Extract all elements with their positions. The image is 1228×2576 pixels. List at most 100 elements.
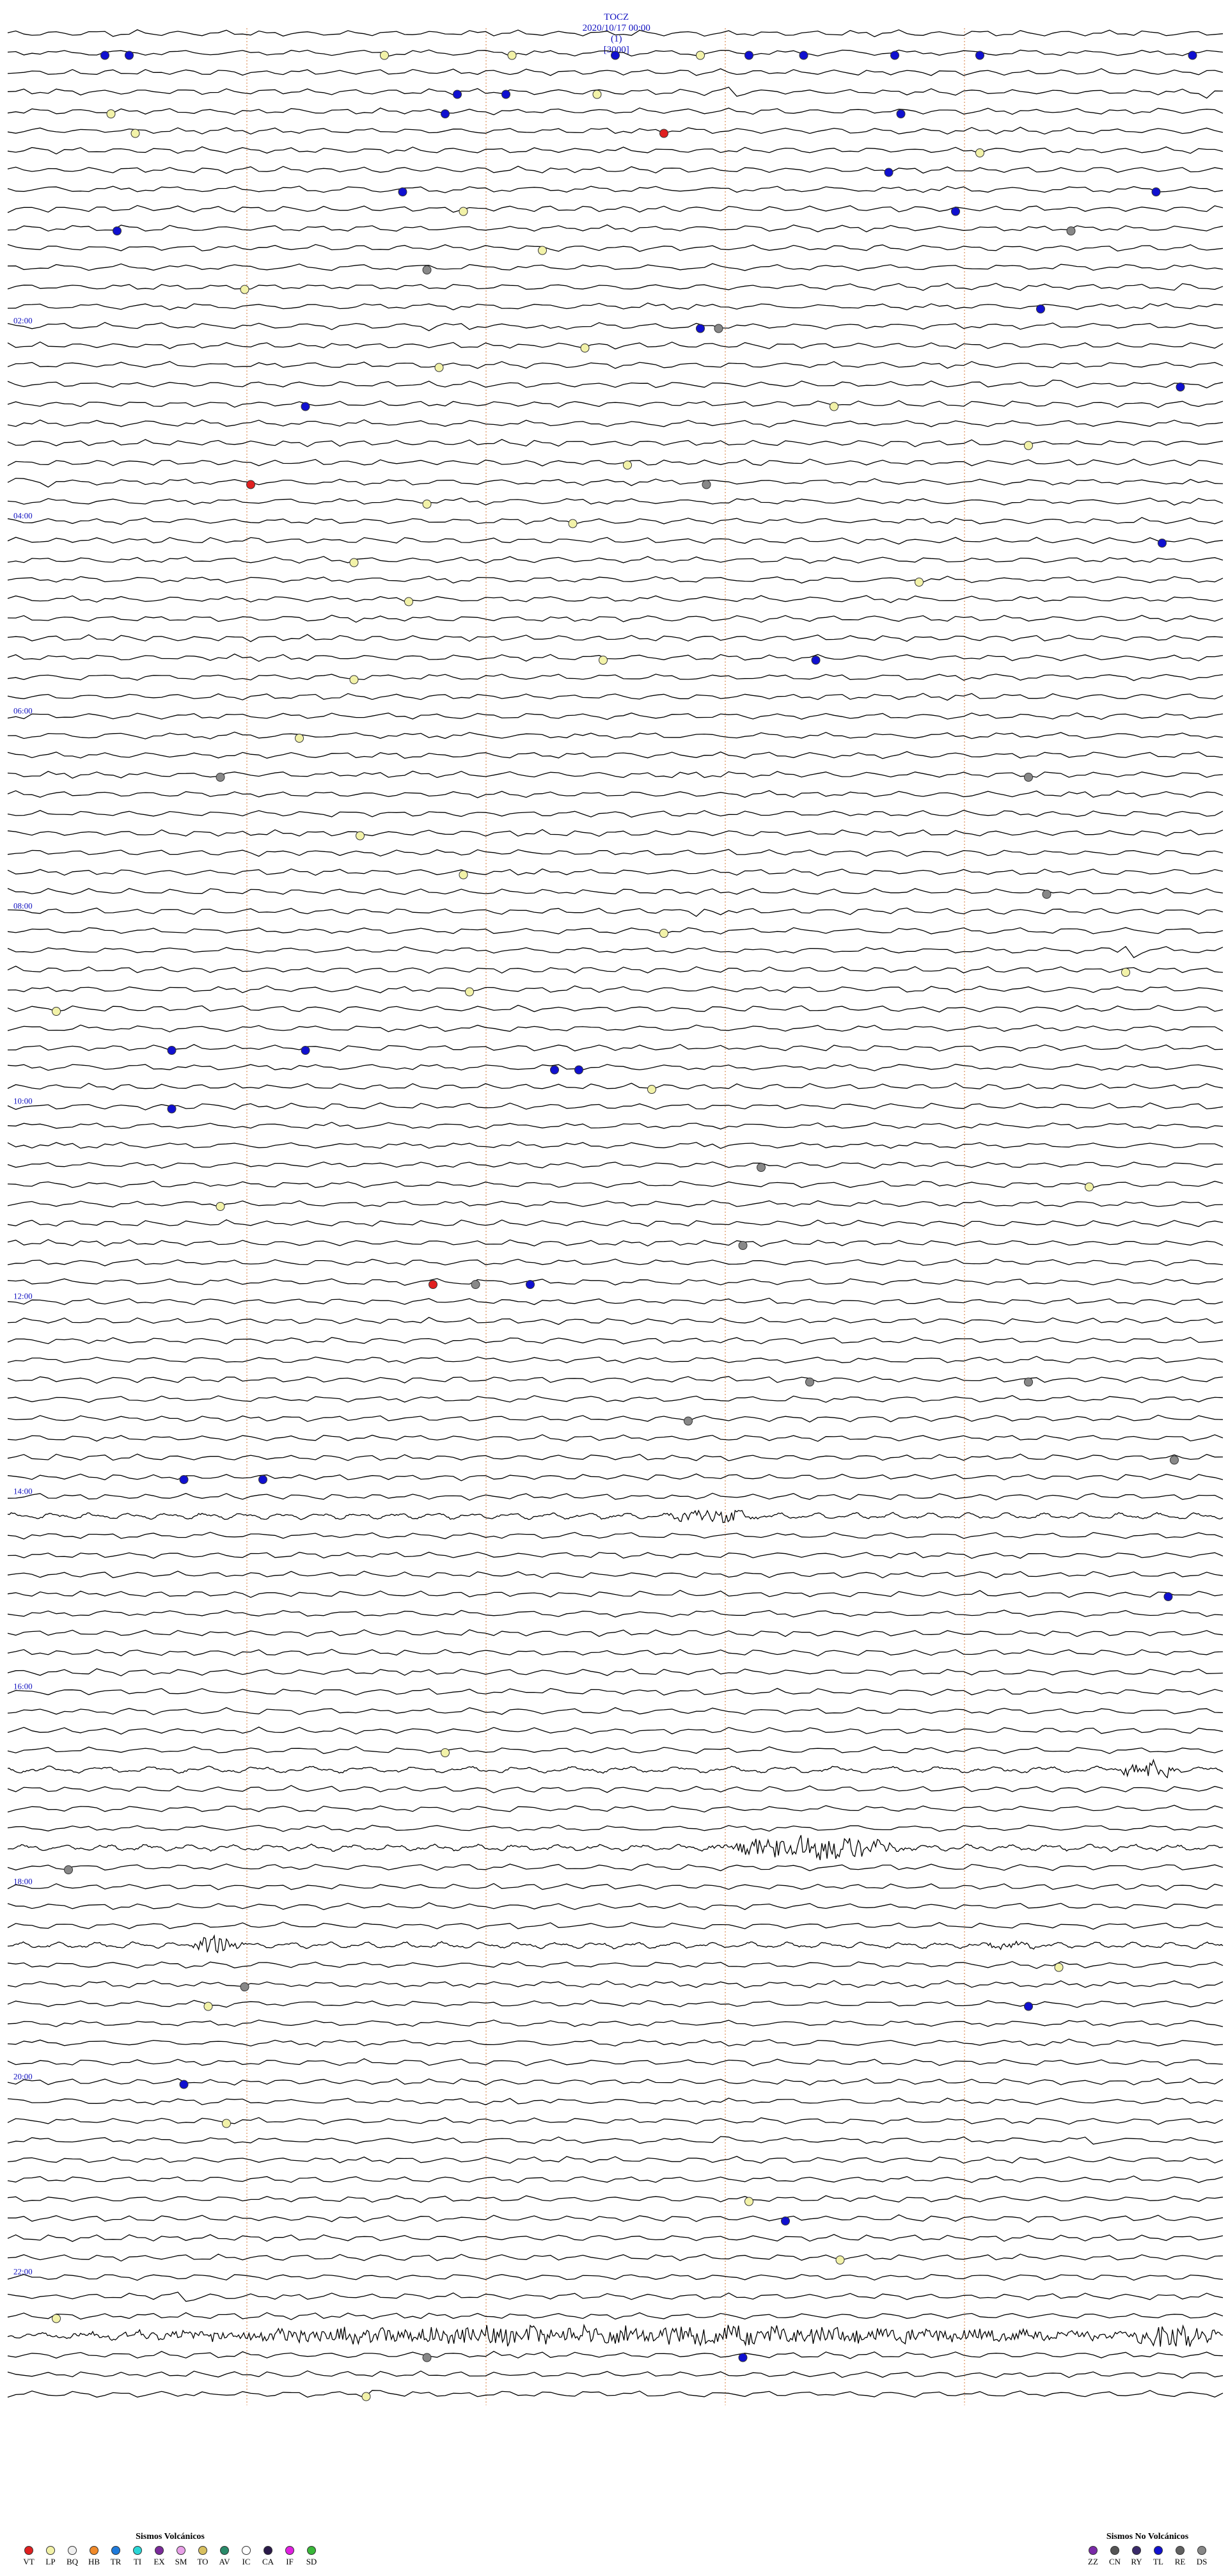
legend-code: IF xyxy=(286,2557,294,2566)
seismic-trace xyxy=(7,1590,1224,1598)
legend-volcanic-title: Sismos Volcánicos xyxy=(136,2532,205,2541)
event-marker-ds xyxy=(1170,1455,1179,1465)
legend-item-ca: CA xyxy=(258,2546,278,2567)
seismic-trace xyxy=(7,927,1224,935)
seismic-trace xyxy=(7,146,1224,155)
legend-item-ds: DS xyxy=(1192,2546,1211,2567)
event-marker-lp xyxy=(915,578,924,587)
seismic-trace xyxy=(7,2175,1224,2183)
seismic-trace xyxy=(7,1805,1224,1813)
event-marker-tl xyxy=(526,1280,535,1289)
seismic-trace xyxy=(7,459,1224,467)
legend-item-ry: RY xyxy=(1127,2546,1146,2567)
event-marker-lp xyxy=(380,51,389,60)
seismic-trace xyxy=(7,1043,1224,1052)
seismic-trace xyxy=(7,1687,1224,1696)
event-marker-tl xyxy=(113,226,122,235)
seismic-trace xyxy=(7,1473,1224,1482)
event-marker-lp xyxy=(106,109,116,118)
event-marker-ds xyxy=(805,1377,814,1387)
legend-code: RE xyxy=(1174,2557,1186,2566)
event-marker-tl xyxy=(738,2353,748,2362)
seismic-trace xyxy=(7,1082,1224,1091)
legend-code: IC xyxy=(242,2557,251,2566)
event-marker-lp xyxy=(434,363,444,372)
seismic-trace xyxy=(7,965,1224,974)
seismic-trace xyxy=(7,1316,1224,1325)
event-marker-tl xyxy=(1024,2002,1033,2011)
event-marker-tl xyxy=(301,402,310,411)
event-marker-tl xyxy=(1176,383,1185,391)
legend-item-ti: TI xyxy=(128,2546,147,2567)
seismic-trace xyxy=(7,379,1224,389)
legend-item-av: AV xyxy=(215,2546,234,2567)
event-marker-lp xyxy=(422,500,432,509)
seismic-trace xyxy=(7,1785,1224,1794)
event-marker-tl xyxy=(574,1065,583,1075)
legend-item-tr: TR xyxy=(106,2546,125,2567)
hour-label: 14:00 xyxy=(5,1487,33,1496)
hour-label: 06:00 xyxy=(5,706,33,716)
event-marker-tl xyxy=(501,90,510,99)
event-marker-tl xyxy=(453,90,462,99)
event-marker-lp xyxy=(203,2002,213,2011)
seismic-trace xyxy=(7,322,1224,331)
legend-non-volcanic: Sismos No Volcánicos ZZ CN RY TL RE DS xyxy=(1083,2532,1211,2567)
event-marker-lp xyxy=(52,2314,61,2323)
seismic-trace xyxy=(7,244,1224,252)
event-marker-vt xyxy=(659,129,668,138)
legend-item-cn: CN xyxy=(1105,2546,1124,2567)
event-marker-tl xyxy=(696,324,705,333)
event-marker-tl xyxy=(611,51,620,60)
seismic-trace xyxy=(7,1336,1224,1345)
legend-code: LP xyxy=(45,2557,56,2566)
event-marker-ds xyxy=(1042,890,1051,899)
seismic-trace xyxy=(7,2312,1224,2320)
legend-swatch xyxy=(1176,2546,1185,2555)
legend-code: SM xyxy=(175,2557,187,2566)
event-marker-lp xyxy=(356,831,365,841)
seismic-trace xyxy=(7,1727,1224,1735)
seismic-trace xyxy=(7,1531,1224,1540)
legend-code: SD xyxy=(306,2557,317,2566)
event-marker-lp xyxy=(459,870,468,880)
seismic-trace xyxy=(7,1648,1224,1657)
legend-non-volcanic-title: Sismos No Volcánicos xyxy=(1106,2532,1189,2541)
event-marker-lp xyxy=(1054,1963,1064,1972)
seismic-trace xyxy=(7,341,1224,350)
event-marker-lp xyxy=(130,129,140,138)
seismic-trace xyxy=(7,1509,1224,1523)
event-marker-tl xyxy=(167,1046,177,1055)
legend-swatch xyxy=(1110,2546,1119,2555)
legend-code: EX xyxy=(154,2557,165,2566)
event-markers xyxy=(52,51,1197,2401)
seismic-trace xyxy=(7,1024,1224,1032)
legend-item-sd: SD xyxy=(302,2546,321,2567)
seismic-traces xyxy=(7,29,1224,2399)
seismic-trace xyxy=(8,2214,1224,2223)
event-marker-lp xyxy=(465,987,474,997)
seismic-trace xyxy=(7,2038,1224,2047)
seismic-trace xyxy=(7,2195,1224,2203)
legend-code: VT xyxy=(23,2557,35,2566)
legend-code: TI xyxy=(133,2557,142,2566)
seismic-trace xyxy=(7,1980,1224,1989)
seismic-trace xyxy=(7,1824,1224,1832)
legend-code: HB xyxy=(88,2557,100,2566)
legend-code: RY xyxy=(1131,2557,1142,2566)
seismic-trace xyxy=(7,1219,1224,1228)
seismic-trace xyxy=(7,2273,1224,2281)
seismic-trace xyxy=(7,790,1224,798)
seismic-trace xyxy=(7,1180,1224,1189)
legend-swatch xyxy=(1197,2546,1206,2555)
seismic-trace xyxy=(7,945,1224,958)
legend-swatch xyxy=(177,2546,185,2555)
hour-label: 08:00 xyxy=(5,901,33,911)
seismic-trace xyxy=(7,595,1224,603)
event-marker-ds xyxy=(422,265,432,274)
legend-item-sm: SM xyxy=(171,2546,191,2567)
seismic-trace xyxy=(7,1376,1224,1384)
legend-swatch xyxy=(220,2546,229,2555)
legend-item-bq: BQ xyxy=(63,2546,82,2567)
event-marker-lp xyxy=(830,402,838,411)
